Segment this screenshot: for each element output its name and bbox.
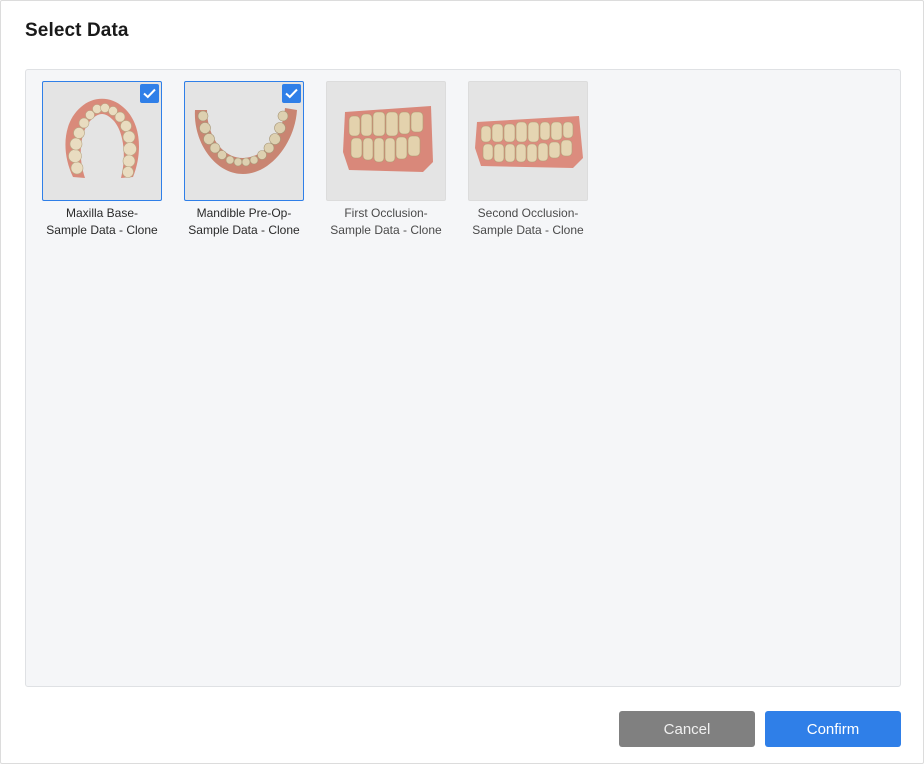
- second-occlusion-thumbnail[interactable]: [468, 81, 588, 201]
- data-grid-panel: Maxilla Base- Sample Data - Clone Mandib…: [25, 69, 901, 687]
- checkmark-icon[interactable]: [282, 84, 301, 103]
- select-data-dialog: Select Data Maxilla Base- Sample Data - …: [0, 0, 924, 764]
- maxilla-scan-thumbnail[interactable]: [42, 81, 162, 201]
- data-item-maxilla-base[interactable]: Maxilla Base- Sample Data - Clone: [42, 81, 162, 239]
- data-item-label: Second Occlusion- Sample Data - Clone: [472, 206, 584, 237]
- first-occlusion-image: [343, 106, 433, 172]
- data-item-label: Mandible Pre-Op- Sample Data - Clone: [188, 206, 300, 237]
- data-item-second-occlusion[interactable]: Second Occlusion- Sample Data - Clone: [468, 81, 588, 239]
- mandible-scan-thumbnail[interactable]: [184, 81, 304, 201]
- second-occlusion-image: [475, 116, 583, 168]
- data-item-label: Maxilla Base- Sample Data - Clone: [46, 206, 158, 237]
- data-item-first-occlusion[interactable]: First Occlusion- Sample Data - Clone: [326, 81, 446, 239]
- dialog-title: Select Data: [25, 20, 129, 41]
- confirm-button[interactable]: Confirm: [765, 711, 901, 747]
- cancel-button[interactable]: Cancel: [619, 711, 755, 747]
- data-item-mandible-pre-op[interactable]: Mandible Pre-Op- Sample Data - Clone: [184, 81, 304, 239]
- first-occlusion-thumbnail[interactable]: [326, 81, 446, 201]
- data-item-label: First Occlusion- Sample Data - Clone: [330, 206, 442, 237]
- checkmark-icon[interactable]: [140, 84, 159, 103]
